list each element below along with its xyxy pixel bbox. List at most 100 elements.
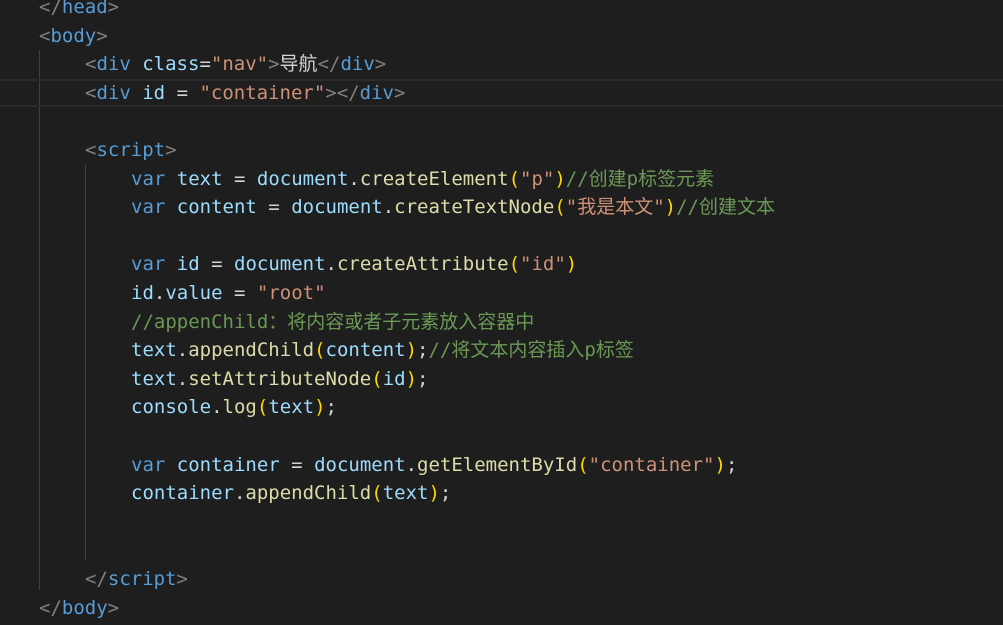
code-token: createTextNode (394, 196, 555, 219)
code-line-content: <script> (85, 136, 177, 164)
code-line[interactable]: container.appendChild(text); (0, 479, 1003, 507)
code-line[interactable]: <body> (0, 22, 1003, 50)
code-token: "id" (520, 253, 566, 276)
code-line[interactable]: var container = document.getElementById(… (0, 451, 1003, 479)
code-line-content: </script> (85, 565, 188, 593)
code-token: "root" (256, 282, 326, 304)
code-line[interactable]: </head> (0, 0, 1003, 21)
code-token: "container" (199, 81, 326, 104)
code-token: . (233, 482, 246, 505)
code-token: //appenChild：将内容或者子元素放入容器中 (131, 310, 535, 333)
code-token: ) (714, 453, 726, 476)
code-token: ( (256, 396, 269, 419)
code-token: ) (565, 253, 578, 276)
code-line[interactable]: text.setAttributeNode(id); (0, 365, 1003, 393)
code-line[interactable]: <div class="nav">导航</div> (0, 50, 1003, 78)
code-token: value (165, 282, 223, 304)
code-token: > (107, 0, 120, 18)
code-token: appendChild (188, 339, 315, 362)
code-line[interactable]: <script> (0, 136, 1003, 164)
code-token: </ (39, 0, 62, 18)
code-token: ( (314, 339, 326, 362)
code-line-content: <div class="nav">导航</div> (85, 50, 386, 78)
code-line[interactable]: var content = document.createTextNode("我… (0, 193, 1003, 221)
code-token: content (176, 196, 257, 219)
code-line-content: text.appendChild(content);//将文本内容插入p标签 (131, 336, 634, 364)
code-token: class (142, 53, 200, 76)
code-line[interactable]: text.appendChild(content);//将文本内容插入p标签 (0, 336, 1003, 364)
code-token: . (325, 253, 337, 276)
code-line[interactable]: </script> (0, 565, 1003, 593)
code-token: createElement (359, 167, 509, 190)
code-token: </ (39, 596, 62, 619)
code-line-content: var content = document.createTextNode("我… (131, 193, 775, 221)
code-token: = (256, 196, 292, 219)
code-token: 导航 (279, 53, 318, 76)
code-token: ( (508, 253, 521, 276)
code-line-content: console.log(text); (131, 393, 337, 421)
code-token: text (176, 167, 223, 190)
code-token: var (131, 196, 166, 219)
code-line[interactable] (0, 222, 1003, 250)
code-token: . (211, 396, 223, 419)
code-token: < (39, 24, 51, 47)
code-token: div (359, 81, 394, 104)
code-token: . (405, 453, 418, 476)
code-token: text (382, 482, 429, 505)
code-token: body (61, 596, 108, 619)
code-line-content: </body> (39, 594, 119, 622)
code-token: createAttribute (336, 253, 509, 276)
code-token: document (291, 196, 383, 219)
code-token: > (325, 81, 337, 104)
code-line[interactable]: var id = document.createAttribute("id") (0, 250, 1003, 278)
code-line-content: text.setAttributeNode(id); (131, 365, 429, 393)
code-line-content: <div id = "container"></div> (85, 81, 405, 105)
code-token: . (176, 339, 189, 362)
code-token: id (176, 253, 200, 276)
code-token: document (314, 453, 406, 476)
code-token: body (50, 24, 97, 47)
code-line[interactable]: </body> (0, 594, 1003, 622)
code-line[interactable] (0, 508, 1003, 536)
code-token: console (131, 396, 212, 419)
code-editor[interactable]: </head> <body> <div class="nav">导航</div> <d… (0, 0, 1003, 625)
code-token: ; (725, 453, 738, 476)
code-token: div (340, 53, 375, 76)
code-token: < (85, 81, 97, 104)
code-token: appendChild (245, 482, 372, 505)
code-line[interactable]: <div id = "container"></div> (0, 78, 1003, 107)
code-token: ) (428, 482, 440, 505)
code-token: ) (405, 339, 418, 362)
code-token: = (199, 53, 211, 76)
code-line[interactable]: var text = document.createElement("p")//… (0, 165, 1003, 193)
code-token: id (142, 81, 166, 104)
code-token: id (382, 367, 406, 390)
code-token: > (268, 53, 280, 76)
code-token: . (176, 367, 189, 390)
code-token: head (61, 0, 108, 18)
code-token: //将文本内容插入p标签 (428, 339, 634, 362)
code-line[interactable]: //appenChild：将内容或者子元素放入容器中 (0, 308, 1003, 336)
code-line[interactable]: console.log(text); (0, 393, 1003, 421)
code-line[interactable] (0, 536, 1003, 564)
code-line[interactable] (0, 107, 1003, 135)
code-token: > (165, 139, 177, 161)
code-line-content: container.appendChild(text); (131, 479, 451, 507)
code-token: content (325, 339, 406, 362)
code-token: ( (577, 453, 589, 476)
code-token: setAttributeNode (188, 367, 372, 390)
code-token: = (222, 282, 257, 304)
code-token: . (382, 196, 395, 219)
code-line-content: var id = document.createAttribute("id") (131, 250, 577, 278)
code-token: ) (664, 196, 677, 219)
code-token: = (279, 453, 315, 476)
code-line-content: var text = document.createElement("p")//… (131, 165, 714, 193)
code-token: //创建文本 (676, 196, 775, 219)
code-line-content: <body> (39, 22, 108, 50)
code-token: ; (439, 482, 452, 505)
code-line[interactable] (0, 422, 1003, 450)
code-line[interactable]: id.value = "root" (0, 279, 1003, 307)
